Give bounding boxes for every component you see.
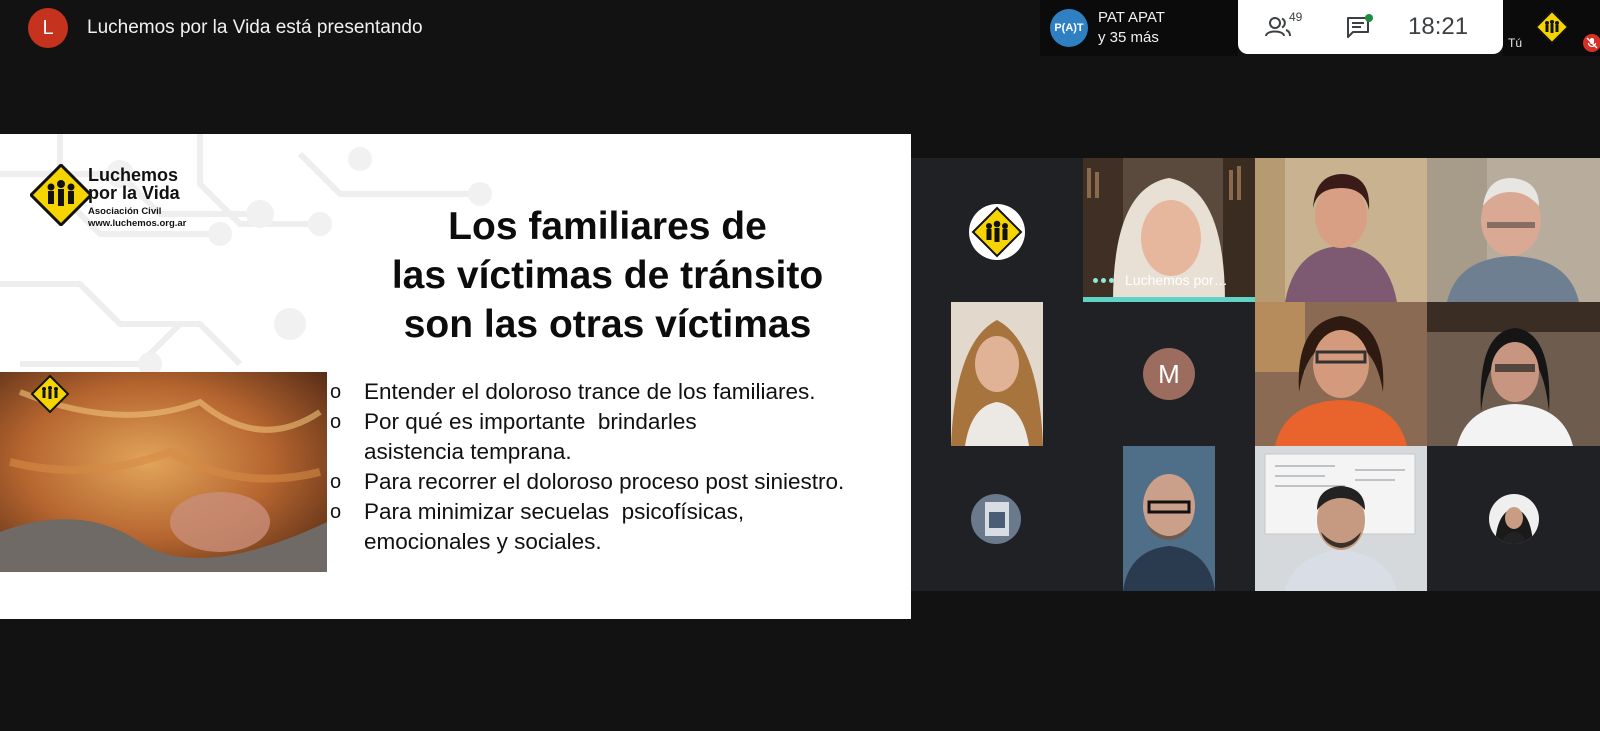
bullet-text: Por qué es importante brindarles [364,409,697,434]
bullet-mark: o [330,471,342,493]
self-logo-icon [1535,10,1569,44]
top-controls: 49 18:21 [1238,0,1503,54]
luchemos-logo-icon [28,162,94,228]
presenter-label: Luchemos por la Vida está presentando [87,17,423,38]
bullet-item: o Entender el doloroso trance de los fam… [330,377,910,407]
participant-tile[interactable] [1255,446,1427,591]
presenter-bar: L Luchemos por la Vida está presentando [0,0,423,56]
participant-tile[interactable] [911,446,1083,591]
participant-tile[interactable] [951,302,1043,446]
bullet-mark: o [330,381,342,403]
title-line: son las otras víctimas [403,303,812,346]
bullet-text: Para recorrer el doloroso proceso post s… [364,469,845,494]
people-icon [1265,17,1291,37]
participant-video [1123,446,1215,591]
meet-window: L Luchemos por la Vida está presentando … [0,0,1600,731]
muted-mic-icon [1583,34,1600,52]
self-label: Tú [1508,36,1523,50]
group-more: y 35 más [1098,29,1159,46]
pinned-participants-chip[interactable]: P(A)T PAT APAT y 35 más [1040,0,1238,56]
bullet-text: asistencia temprana. [364,439,572,464]
group-name: PAT APAT [1098,9,1165,26]
bullet-mark: o [330,501,342,523]
active-speaker-name: Luchemos por… [1093,272,1228,288]
people-count: 49 [1289,10,1303,24]
participant-tile-active[interactable]: Luchemos por… [1083,158,1255,302]
participant-video [1255,446,1427,591]
self-tile[interactable]: Tú [1503,0,1600,56]
people-button[interactable]: 49 [1238,0,1318,54]
bullet-mark: o [330,411,342,433]
presentation-slide: Luchemos por la Vida Asociación Civil ww… [0,134,911,619]
chat-notification-dot [1365,14,1373,22]
participant-tile[interactable] [1427,302,1600,446]
logo-url: www.luchemos.org.ar [88,218,187,229]
title-line: las víctimas de tránsito [391,254,824,297]
bullet-item: o Por qué es importante brindarles asist… [330,407,910,467]
logo-line2: por la Vida [88,183,180,203]
participant-video [1427,158,1600,302]
logo-line1: Luchemos [88,165,179,185]
slide-bullets: o Entender el doloroso trance de los fam… [330,377,910,557]
participant-initial-avatar: M [1143,348,1195,400]
participant-photo-avatar [971,494,1021,544]
participant-tile[interactable] [1427,158,1600,302]
participant-tile[interactable] [1255,302,1427,446]
participant-video [951,302,1043,446]
group-avatar: P(A)T [1050,9,1088,47]
participant-tile[interactable]: M [1083,302,1255,446]
participant-photo-avatar [1489,494,1539,544]
bullet-text: emocionales y sociales. [364,529,602,554]
participant-name: Luchemos por… [1125,272,1228,288]
bullet-text: Entender el doloroso trance de los famil… [364,379,816,404]
title-line: Los familiares de [448,205,767,248]
participant-video [1255,302,1427,446]
chat-button[interactable] [1318,0,1398,54]
group-text: PAT APAT y 35 más [1098,8,1165,48]
slide-photo [0,372,327,572]
bullet-text: Para minimizar secuelas psicofísicas, [364,499,745,524]
participant-tile[interactable] [911,158,1083,302]
participant-tile[interactable] [1123,446,1215,591]
participant-video [1255,158,1427,302]
slide-logo: Luchemos por la Vida Asociación Civil ww… [28,162,186,231]
participant-tile[interactable] [1255,158,1427,302]
slide-title: Los familiares de las víctimas de tránsi… [330,202,885,349]
participant-tile[interactable] [1427,446,1600,591]
presenter-avatar: L [28,8,68,48]
bullet-item: o Para minimizar secuelas psicofísicas, … [330,497,910,557]
speaking-indicator-icon [1093,277,1117,283]
bullet-item: o Para recorrer el doloroso proceso post… [330,467,910,497]
luchemos-avatar-icon [969,204,1025,260]
logo-subtitle: Asociación Civil [88,206,162,217]
participant-grid: Luchemos por… M [911,158,1600,591]
participant-video [1427,302,1600,446]
clock: 18:21 [1408,13,1469,40]
